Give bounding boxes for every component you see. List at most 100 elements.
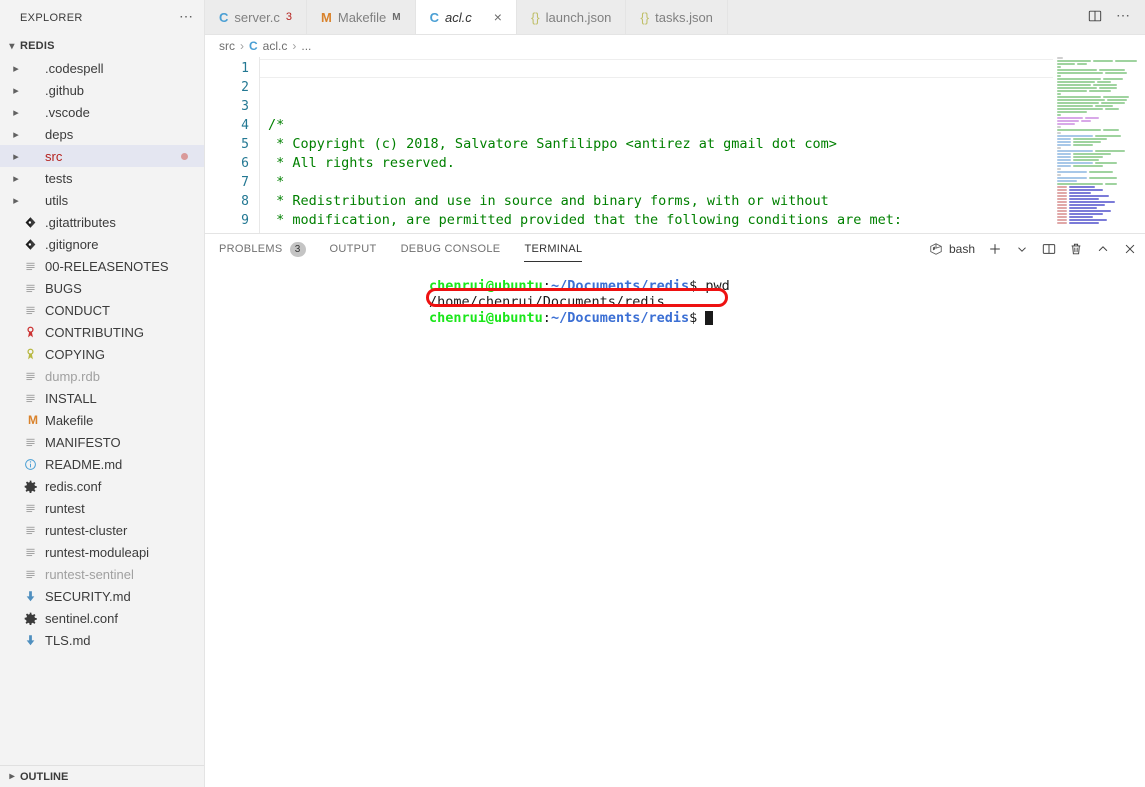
panel-tab-bar: PROBLEMS 3 OUTPUT DEBUG CONSOLE TERMINAL bas…	[205, 234, 1145, 264]
panel-tab-badge: 3	[289, 241, 306, 257]
file-tree-item-contributing[interactable]: CONTRIBUTING	[0, 321, 204, 343]
file-tree-item-readme-md[interactable]: README.md	[0, 453, 204, 475]
file-tree-item-security-md[interactable]: SECURITY.md	[0, 585, 204, 607]
chevron-right-icon: ▸	[13, 150, 19, 163]
vscode-window: EXPLORER ⋯ ▾ REDIS ▸ .codespell ▸ .github ▸.…	[0, 0, 1145, 787]
code-line[interactable]: /*	[268, 116, 1145, 135]
editor-more-icon[interactable]: ⋯	[1116, 8, 1131, 23]
terminal-output-line[interactable]: /home/chenrui/Documents/redis	[205, 294, 1145, 310]
minimap-line	[1057, 69, 1145, 71]
c-file-icon: C	[249, 39, 258, 53]
file-tree-item-sentinel-conf[interactable]: sentinel.conf	[0, 607, 204, 629]
code-line[interactable]: * Copyright (c) 2018, Salvatore Sanfilip…	[268, 135, 1145, 154]
editor-tab-launch-json[interactable]: {} launch.json	[516, 0, 627, 34]
terminal-shell-selector[interactable]: bash	[929, 242, 975, 257]
file-tree-item-conduct[interactable]: CONDUCT	[0, 299, 204, 321]
panel-tab-debug-console[interactable]: DEBUG CONSOLE	[401, 234, 501, 264]
line-number-gutter: 1 2 3 4 5 6 7 8 9	[205, 57, 259, 233]
file-tree-item--gitignore[interactable]: .gitignore	[0, 233, 204, 255]
text-file-icon	[24, 546, 42, 559]
panel-tab-label: PROBLEMS	[219, 243, 283, 255]
panel-tab-problems[interactable]: PROBLEMS 3	[219, 234, 306, 264]
text-file-icon	[24, 370, 42, 383]
terminal-output[interactable]: chenrui@ubuntu:~/Documents/redis$ pwd/ho…	[205, 264, 1145, 787]
file-tree-item-utils[interactable]: ▸ utils	[0, 189, 204, 211]
file-tree-item-dump-rdb[interactable]: dump.rdb	[0, 365, 204, 387]
trash-icon[interactable]	[1069, 242, 1083, 257]
file-tree[interactable]: ▸ .codespell ▸ .github ▸ .vscode ▸ deps ▸ src ▸ tes…	[0, 57, 204, 787]
code-line[interactable]: * modification, are permitted provided t…	[268, 211, 1145, 230]
file-tree-item-tls-md[interactable]: TLS.md	[0, 629, 204, 651]
file-tree-item-00-releasenotes[interactable]: 00-RELEASENOTES	[0, 255, 204, 277]
editor-tab-makefile[interactable]: M Makefile M	[307, 0, 416, 34]
panel-tab-label: TERMINAL	[524, 243, 583, 255]
minimap-line	[1057, 111, 1145, 113]
file-tree-item-makefile[interactable]: M Makefile	[0, 409, 204, 431]
file-tree-item-install[interactable]: INSTALL	[0, 387, 204, 409]
file-tree-item--vscode[interactable]: ▸ .vscode	[0, 101, 204, 123]
minimap-line	[1057, 81, 1145, 83]
line-number: 9	[241, 213, 249, 228]
minimap-line	[1057, 153, 1145, 155]
breadcrumb-folder[interactable]: src	[219, 39, 235, 53]
file-tree-item-manifesto[interactable]: MANIFESTO	[0, 431, 204, 453]
minimap-line	[1057, 96, 1145, 98]
breadcrumb-ellipsis[interactable]: ...	[301, 39, 311, 53]
file-tree-item-runtest-cluster[interactable]: runtest-cluster	[0, 519, 204, 541]
terminal-command	[697, 310, 705, 326]
code-line[interactable]: * All rights reserved.	[268, 154, 1145, 173]
file-tree-item--github[interactable]: ▸ .github	[0, 79, 204, 101]
bottom-panel: PROBLEMS 3 OUTPUT DEBUG CONSOLE TERMINAL bas…	[205, 233, 1145, 787]
minimap-line	[1057, 201, 1145, 203]
terminal-prompt-line[interactable]: chenrui@ubuntu:~/Documents/redis$ pwd	[205, 278, 1145, 294]
code-editor[interactable]: 1 2 3 4 5 6 7 8 9 /* * Copyright (c) 2018, Salva…	[205, 57, 1145, 233]
outline-section-header[interactable]: ▸ OUTLINE	[0, 765, 204, 787]
close-icon[interactable]	[1123, 242, 1137, 257]
workspace-root-row[interactable]: ▾ REDIS	[0, 35, 204, 57]
file-tree-item--gitattributes[interactable]: .gitattributes	[0, 211, 204, 233]
plus-icon[interactable]	[988, 242, 1002, 257]
editor-tab-server-c[interactable]: Cserver.c 3	[205, 0, 308, 34]
file-tree-item-bugs[interactable]: BUGS	[0, 277, 204, 299]
code-content[interactable]: /* * Copyright (c) 2018, Salvatore Sanfi…	[259, 57, 1145, 233]
file-tree-item-src[interactable]: ▸ src	[0, 145, 204, 167]
line-number: 1	[241, 61, 249, 76]
code-line[interactable]: *	[268, 173, 1145, 192]
file-tree-item-redis-conf[interactable]: redis.conf	[0, 475, 204, 497]
split-terminal-icon[interactable]	[1042, 242, 1056, 257]
file-tree-item-label: README.md	[45, 456, 123, 472]
breadcrumb[interactable]: src › C acl.c › ...	[205, 35, 1145, 57]
chevron-down-icon[interactable]	[1015, 242, 1029, 257]
panel-tab-terminal[interactable]: TERMINAL	[524, 234, 583, 264]
breadcrumb-file[interactable]: acl.c	[263, 39, 288, 53]
tab-close-icon[interactable]: ×	[494, 10, 502, 24]
terminal-prompt-line[interactable]: chenrui@ubuntu:~/Documents/redis$	[205, 310, 1145, 326]
file-tree-item-deps[interactable]: ▸ deps	[0, 123, 204, 145]
minimap-line	[1057, 165, 1145, 167]
chevron-right-icon: ▸	[13, 128, 19, 141]
minimap-line	[1057, 210, 1145, 212]
file-tree-item-tests[interactable]: ▸ tests	[0, 167, 204, 189]
panel-tab-output[interactable]: OUTPUT	[330, 234, 377, 264]
file-tree-item--codespell[interactable]: ▸ .codespell	[0, 57, 204, 79]
file-tree-item-copying[interactable]: COPYING	[0, 343, 204, 365]
more-icon[interactable]: ⋯	[179, 9, 194, 24]
split-editor-icon[interactable]	[1088, 8, 1102, 26]
file-tree-item-label: Makefile	[45, 412, 94, 428]
chevron-up-icon[interactable]	[1096, 242, 1110, 257]
file-tree-item-runtest-sentinel[interactable]: runtest-sentinel	[0, 563, 204, 585]
editor-tab-acl-c[interactable]: Cacl.c ×	[415, 0, 517, 34]
minimap-line	[1057, 129, 1145, 131]
editor-tab-tasks-json[interactable]: {} tasks.json	[626, 0, 728, 34]
code-line[interactable]: *	[268, 230, 1145, 233]
minimap[interactable]	[1053, 57, 1145, 233]
file-tree-item-runtest[interactable]: runtest	[0, 497, 204, 519]
text-file-icon	[24, 502, 42, 515]
minimap-line	[1057, 219, 1145, 221]
minimap-line	[1057, 198, 1145, 200]
file-tree-item-runtest-moduleapi[interactable]: runtest-moduleapi	[0, 541, 204, 563]
editor-tab-label: acl.c	[445, 9, 472, 25]
minimap-line	[1057, 159, 1145, 161]
minimap-line	[1057, 135, 1145, 137]
code-line[interactable]: * Redistribution and use in source and b…	[268, 192, 1145, 211]
